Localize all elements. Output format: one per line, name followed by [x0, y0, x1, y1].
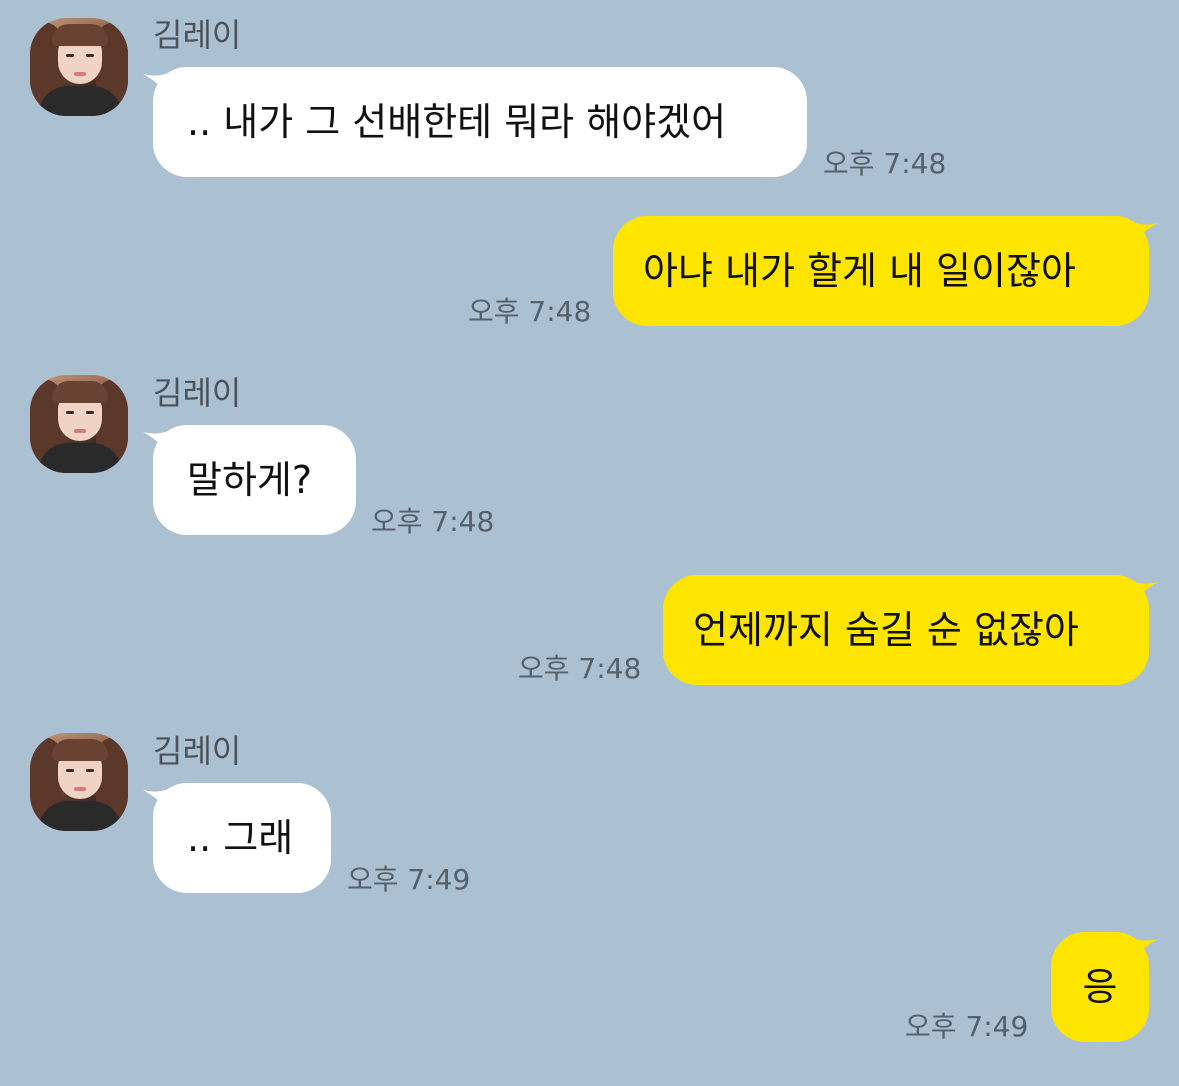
message-text: 말하게? — [187, 458, 313, 502]
outgoing-bubble-tail — [1130, 937, 1158, 963]
sender-name: 김레이 — [153, 732, 242, 770]
message-text: .. 내가 그 선배한테 뭐라 해야겠어 — [187, 100, 727, 144]
message-text: 아냐 내가 할게 내 일이잖아 — [643, 249, 1076, 293]
message-text: 응 — [1082, 965, 1118, 1009]
incoming-message-bubble[interactable]: .. 그래 — [153, 783, 331, 893]
message-text: .. 그래 — [187, 816, 294, 860]
message-timestamp: 오후 7:48 — [371, 505, 495, 538]
chat-room[interactable]: 김레이 .. 내가 그 선배한테 뭐라 해야겠어 오후 7:48 오후 7:48… — [0, 0, 1179, 1086]
incoming-message-bubble[interactable]: .. 내가 그 선배한테 뭐라 해야겠어 — [153, 67, 807, 177]
sender-avatar[interactable] — [30, 18, 128, 116]
sender-name: 김레이 — [153, 374, 242, 412]
message-timestamp: 오후 7:48 — [468, 295, 592, 328]
sender-avatar[interactable] — [30, 375, 128, 473]
outgoing-bubble-tail — [1130, 221, 1158, 247]
outgoing-message-bubble[interactable]: 아냐 내가 할게 내 일이잖아 — [613, 216, 1149, 326]
outgoing-bubble-tail — [1130, 580, 1158, 606]
message-timestamp: 오후 7:48 — [518, 652, 642, 685]
message-timestamp: 오후 7:49 — [905, 1010, 1029, 1043]
message-text: 언제까지 숨길 순 없잖아 — [693, 608, 1079, 652]
message-timestamp: 오후 7:48 — [823, 147, 947, 180]
incoming-message-bubble[interactable]: 말하게? — [153, 425, 356, 535]
sender-avatar[interactable] — [30, 733, 128, 831]
message-timestamp: 오후 7:49 — [347, 863, 471, 896]
outgoing-message-bubble[interactable]: 언제까지 숨길 순 없잖아 — [663, 575, 1149, 685]
sender-name: 김레이 — [153, 16, 242, 54]
